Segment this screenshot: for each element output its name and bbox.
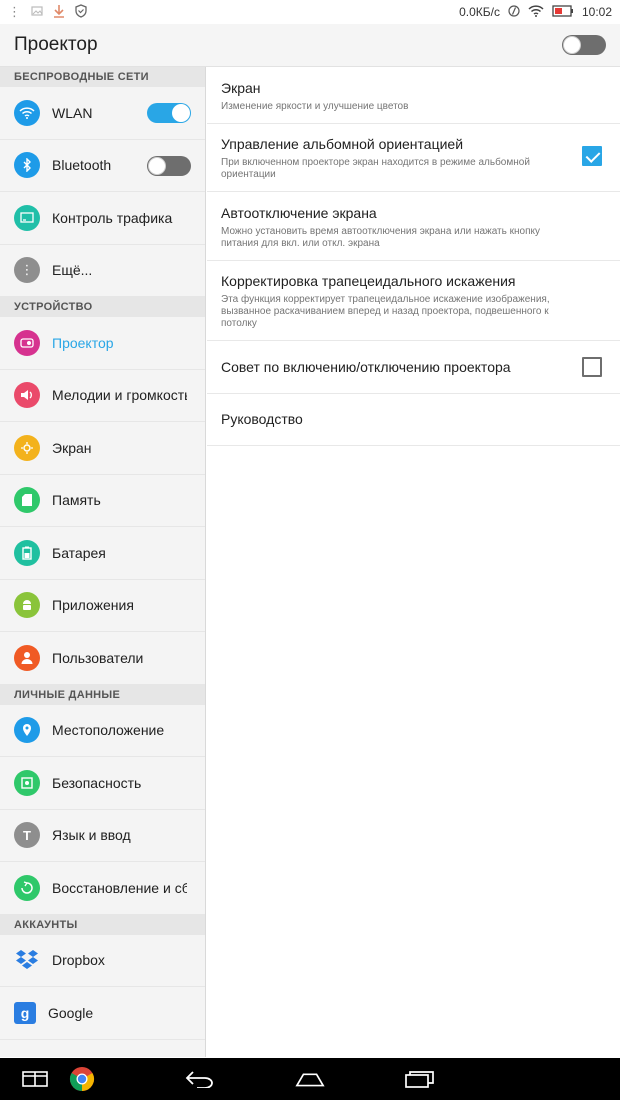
sidebar-item-label: Проектор	[52, 334, 114, 351]
sidebar-item-label: Мелодии и громкость	[52, 387, 187, 404]
projector-tip-checkbox[interactable]	[582, 357, 602, 377]
setting-display[interactable]: Экран Изменение яркости и улучшение цвет…	[207, 67, 620, 124]
sidebar-item-google[interactable]: g Google	[0, 987, 205, 1040]
setting-title: Руководство	[221, 411, 303, 427]
status-bar: ⋮ 0.0КБ/с 10:02	[0, 0, 620, 24]
more-icon: ⋮	[14, 257, 40, 284]
settings-sidebar: БЕСПРОВОДНЫЕ СЕТИ WLAN Bluetooth Контрол…	[0, 67, 206, 1057]
sidebar-item-label: Батарея	[52, 544, 106, 561]
sidebar-item-users[interactable]: Пользователи	[0, 632, 205, 685]
sidebar-item-storage[interactable]: Память	[0, 474, 205, 527]
setting-manual[interactable]: Руководство	[207, 394, 620, 446]
setting-projector-tip[interactable]: Совет по включению/отключению проектора	[207, 341, 620, 394]
sound-icon	[14, 382, 40, 409]
back-icon[interactable]	[185, 1064, 215, 1094]
alarm-icon	[508, 4, 520, 20]
switch-knob	[148, 156, 166, 175]
wifi-status-icon	[528, 4, 544, 20]
setting-title: Экран	[221, 80, 261, 96]
projector-settings-pane: Экран Изменение яркости и улучшение цвет…	[207, 67, 620, 1057]
sidebar-item-label: Контроль трафика	[52, 209, 173, 226]
setting-title: Совет по включению/отключению проектора	[221, 359, 511, 375]
sidebar-item-language[interactable]: T Язык и ввод	[0, 809, 205, 862]
landscape-orientation-checkbox[interactable]	[582, 146, 602, 166]
projector-master-switch[interactable]	[562, 35, 606, 55]
section-header-device: УСТРОЙСТВО	[0, 297, 205, 317]
page-title: Проектор	[14, 34, 98, 55]
sidebar-item-label: Восстановление и сброс	[52, 879, 187, 896]
network-speed: 0.0КБ/с	[459, 5, 500, 19]
sidebar-item-more[interactable]: ⋮ Ещё...	[0, 244, 205, 297]
clock: 10:02	[581, 5, 612, 19]
user-icon	[14, 644, 40, 671]
section-header-accounts: АККАУНТЫ	[0, 914, 205, 935]
bluetooth-toggle[interactable]	[147, 155, 191, 176]
sidebar-item-bluetooth[interactable]: Bluetooth	[0, 139, 205, 192]
wlan-toggle[interactable]	[147, 103, 191, 123]
sidebar-item-label: Dropbox	[52, 952, 105, 969]
setting-summary: Изменение яркости и улучшение цветов	[221, 101, 409, 112]
section-header-wireless: БЕСПРОВОДНЫЕ СЕТИ	[0, 67, 205, 87]
wifi-icon	[14, 99, 40, 126]
multiwindow-icon[interactable]	[20, 1064, 50, 1094]
setting-summary: Эта функция корректирует трапецеидальное…	[221, 294, 550, 329]
setting-screen-timeout[interactable]: Автоотключение экрана Можно установить в…	[207, 192, 620, 261]
sidebar-item-battery[interactable]: Батарея	[0, 527, 205, 580]
image-notification-icon	[31, 5, 43, 20]
shield-icon	[75, 3, 87, 21]
setting-keystone-correction[interactable]: Корректировка трапецеидального искажения…	[207, 261, 620, 341]
lock-icon	[14, 769, 40, 796]
data-usage-icon	[14, 204, 40, 231]
storage-icon	[14, 487, 40, 514]
sidebar-item-location[interactable]: Местоположение	[0, 704, 205, 757]
bluetooth-icon	[14, 152, 40, 179]
menu-dots-icon: ⋮	[8, 4, 21, 19]
setting-summary: Можно установить время автоотключения эк…	[221, 226, 540, 249]
recents-icon[interactable]	[405, 1064, 435, 1094]
sidebar-item-data-usage[interactable]: Контроль трафика	[0, 192, 205, 245]
battery-status-icon	[552, 4, 574, 20]
setting-title: Управление альбомной ориентацией	[221, 136, 464, 152]
sidebar-item-label: Приложения	[52, 597, 134, 614]
projector-icon	[14, 329, 40, 356]
setting-landscape-orientation[interactable]: Управление альбомной ориентацией При вкл…	[207, 124, 620, 192]
sidebar-item-label: Пользователи	[52, 649, 144, 666]
battery-icon	[14, 539, 40, 566]
setting-title: Автоотключение экрана	[221, 205, 377, 221]
sidebar-item-label: Ещё...	[52, 262, 93, 279]
sidebar-item-label: Язык и ввод	[52, 827, 131, 844]
android-icon	[14, 592, 40, 619]
text-icon: T	[14, 822, 40, 849]
sidebar-item-wlan[interactable]: WLAN	[0, 87, 205, 140]
sidebar-item-sound[interactable]: Мелодии и громкость	[0, 369, 205, 422]
sidebar-item-dropbox[interactable]: Dropbox	[0, 934, 205, 987]
dropbox-icon	[14, 947, 40, 973]
app-bar: Проектор	[0, 24, 620, 67]
sidebar-item-label: Экран	[52, 439, 92, 456]
sidebar-item-apps[interactable]: Приложения	[0, 579, 205, 632]
section-header-personal: ЛИЧНЫЕ ДАННЫЕ	[0, 684, 205, 705]
navigation-bar	[0, 1058, 620, 1100]
sidebar-item-label: Местоположение	[52, 722, 165, 739]
restore-icon	[14, 874, 40, 901]
sidebar-item-label: Память	[52, 492, 101, 509]
home-icon[interactable]	[295, 1064, 325, 1094]
sidebar-item-backup[interactable]: Восстановление и сброс	[0, 862, 205, 915]
google-icon: g	[14, 1001, 36, 1024]
chrome-icon[interactable]	[67, 1064, 97, 1094]
download-icon	[53, 4, 65, 21]
display-icon	[14, 434, 40, 461]
sidebar-item-label: Безопасность	[52, 774, 142, 791]
sidebar-item-security[interactable]: Безопасность	[0, 757, 205, 810]
sidebar-item-display[interactable]: Экран	[0, 422, 205, 475]
setting-summary: При включенном проекторе экран находится…	[221, 157, 530, 180]
switch-knob	[172, 104, 190, 122]
setting-title: Корректировка трапецеидального искажения	[221, 273, 516, 289]
sidebar-item-projector[interactable]: Проектор	[0, 317, 205, 370]
location-icon	[14, 717, 40, 744]
sidebar-item-label: Google	[48, 1004, 94, 1021]
switch-knob	[563, 36, 581, 54]
